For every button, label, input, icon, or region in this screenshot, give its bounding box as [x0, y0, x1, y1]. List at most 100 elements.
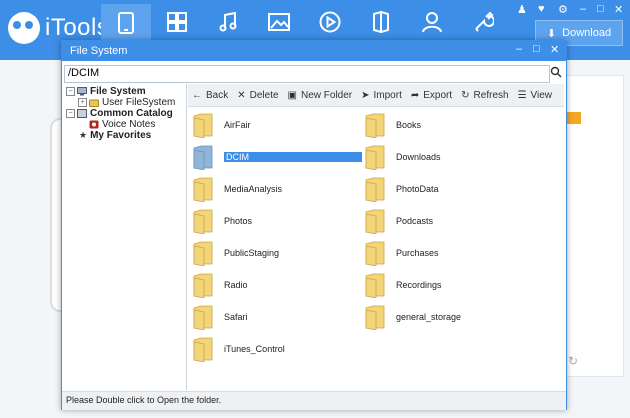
tree-item-file-system[interactable]: − File System — [66, 86, 146, 97]
export-button[interactable]: ➦ Export — [411, 90, 452, 101]
folder-name: Radio — [224, 280, 248, 290]
folder-item[interactable]: PhotoData — [364, 175, 534, 203]
new-folder-icon: ▣ — [287, 89, 297, 101]
maximize-icon[interactable]: □ — [597, 3, 604, 15]
folder-name: Photos — [224, 216, 253, 226]
close-icon[interactable]: ✕ — [614, 3, 623, 16]
folder-icon — [193, 113, 213, 138]
folder-item[interactable]: Downloads — [364, 143, 534, 171]
view-label: View — [530, 89, 553, 101]
apps-icon[interactable] — [151, 4, 202, 40]
delete-label: Delete — [249, 89, 279, 101]
user-icon[interactable]: ♟ — [517, 3, 527, 16]
skin-icon[interactable]: ♥ — [538, 3, 545, 15]
voice-notes-icon — [89, 120, 99, 129]
download-icon: ⬇ — [546, 27, 557, 40]
music-icon[interactable] — [202, 4, 253, 40]
folder-icon — [365, 113, 385, 138]
export-label: Export — [423, 89, 453, 101]
contacts-icon[interactable] — [406, 4, 457, 40]
dialog-minimize-icon[interactable]: – — [516, 43, 522, 55]
tree-label: User FileSystem — [102, 97, 176, 108]
video-icon[interactable] — [304, 4, 355, 40]
folder-name: Safari — [224, 312, 248, 322]
expand-icon[interactable]: + — [78, 98, 87, 107]
folder-item[interactable]: PublicStaging — [192, 239, 362, 267]
folder-item[interactable]: Safari — [192, 303, 362, 331]
folder-item[interactable]: MediaAnalysis — [192, 175, 362, 203]
folder-name: Books — [396, 120, 422, 130]
status-bar: Please Double click to Open the folder. — [62, 391, 566, 410]
folder-icon — [193, 337, 213, 362]
delete-button[interactable]: ✕ Delete — [237, 90, 278, 101]
folder-icon — [365, 209, 385, 234]
refresh-icon[interactable]: ↻ — [568, 354, 578, 368]
folder-item[interactable]: general_storage — [364, 303, 534, 331]
tree-label: My Favorites — [90, 130, 152, 141]
folder-name: Purchases — [396, 248, 439, 258]
folder-tree: − File System + User FileSystem − Common… — [64, 84, 187, 390]
tree-item-voice-notes[interactable]: Voice Notes — [89, 119, 155, 130]
tools-icon[interactable] — [457, 4, 508, 40]
tree-item-my-favorites[interactable]: ★ My Favorites — [79, 130, 151, 141]
books-icon[interactable] — [355, 4, 406, 40]
folder-name: DCIM — [224, 152, 362, 162]
download-label: Download — [562, 27, 612, 39]
path-input[interactable] — [65, 66, 538, 80]
back-button[interactable]: ← Back — [192, 90, 228, 101]
device-icon[interactable] — [101, 4, 151, 42]
refresh-label: Refresh — [473, 89, 509, 101]
folder-item[interactable]: Radio — [192, 271, 362, 299]
dialog-maximize-icon[interactable]: □ — [533, 43, 540, 55]
collapse-icon[interactable]: − — [66, 87, 75, 96]
folder-name: Downloads — [396, 152, 441, 162]
import-label: Import — [373, 89, 402, 101]
status-badge — [566, 112, 581, 124]
folder-item[interactable]: iTunes_Control — [192, 335, 362, 363]
folder-item[interactable]: AirFair — [192, 111, 362, 139]
folder-item[interactable]: Podcasts — [364, 207, 534, 235]
folder-name: iTunes_Control — [224, 344, 285, 354]
view-button[interactable]: ☰ View — [518, 90, 552, 101]
folder-icon — [193, 273, 213, 298]
new-folder-button[interactable]: ▣ New Folder — [288, 90, 353, 101]
folder-icon — [193, 177, 213, 202]
folder-name: Podcasts — [396, 216, 434, 226]
path-field — [64, 65, 550, 83]
main-nav — [101, 4, 508, 42]
folder-item[interactable]: Purchases — [364, 239, 534, 267]
tree-item-user-filesystem[interactable]: + User FileSystem — [78, 97, 175, 108]
settings-icon[interactable]: ⚙ — [558, 3, 568, 16]
folder-name: AirFair — [224, 120, 251, 130]
folder-item[interactable]: Recordings — [364, 271, 534, 299]
tree-label: File System — [90, 86, 146, 97]
computer-icon — [77, 87, 87, 96]
folder-icon — [193, 209, 213, 234]
file-system-dialog: File System – □ ✕ − File System + User F… — [61, 40, 567, 410]
folder-icon — [365, 305, 385, 330]
folder-name: PhotoData — [396, 184, 439, 194]
folder-icon — [365, 273, 385, 298]
folder-name: general_storage — [396, 312, 462, 322]
collapse-icon[interactable]: − — [66, 109, 75, 118]
folder-item[interactable]: DCIM — [192, 143, 362, 171]
folder-icon — [193, 241, 213, 266]
search-icon[interactable] — [550, 66, 564, 82]
folder-item[interactable]: Photos — [192, 207, 362, 235]
back-label: Back — [206, 89, 229, 101]
tree-item-common-catalog[interactable]: − Common Catalog — [66, 108, 173, 119]
dialog-title: File System — [70, 45, 128, 57]
folder-icon — [365, 145, 385, 170]
folder-icon — [365, 177, 385, 202]
import-button[interactable]: ➤ Import — [361, 90, 402, 101]
folder-name: MediaAnalysis — [224, 184, 283, 194]
dialog-close-icon[interactable]: ✕ — [550, 43, 559, 56]
folder-item[interactable]: Books — [364, 111, 534, 139]
minimize-icon[interactable]: – — [580, 3, 586, 15]
delete-icon: ✕ — [237, 89, 246, 101]
import-icon: ➤ — [361, 89, 370, 101]
photos-icon[interactable] — [253, 4, 304, 40]
refresh-button[interactable]: ↻ Refresh — [461, 90, 508, 101]
new-folder-label: New Folder — [300, 89, 353, 101]
folder-name: Recordings — [396, 280, 442, 290]
